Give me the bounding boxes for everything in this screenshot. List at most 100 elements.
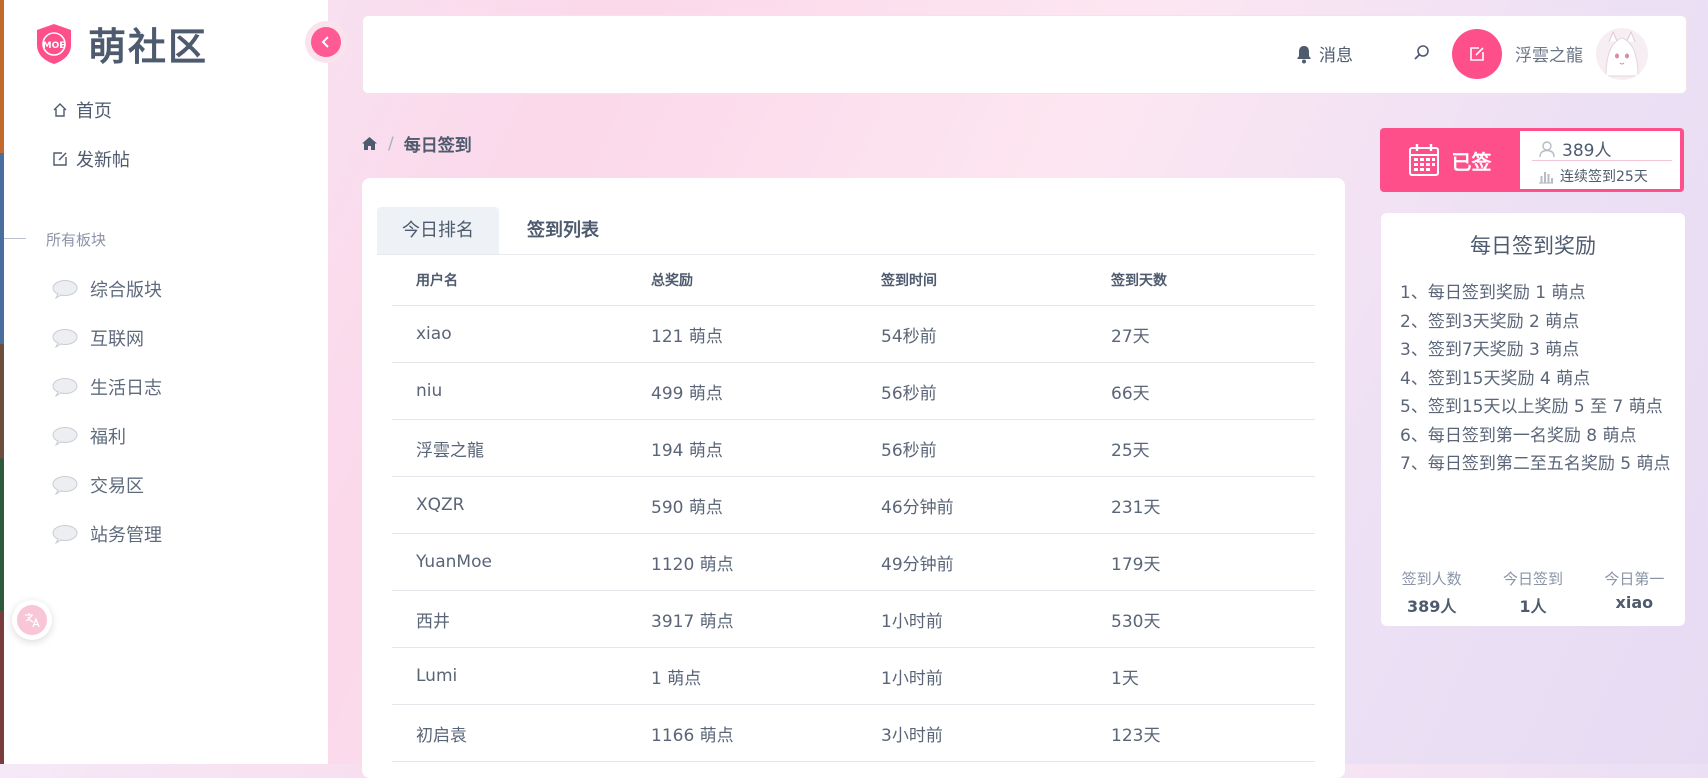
column-header: 签到天数: [1087, 255, 1315, 306]
board-label: 互联网: [90, 329, 144, 350]
sidebar: MOE 萌社区 首页 发新帖 所有板块 综合版块 互联网 生活日志 福利 交易区: [4, 0, 328, 764]
speech-bubble-icon: [52, 329, 78, 348]
home-icon: [53, 103, 67, 117]
stat-value[interactable]: xiao: [1584, 593, 1685, 612]
nav-item-home[interactable]: 首页: [52, 97, 112, 123]
stat-label: 今日第一: [1604, 570, 1665, 588]
tab-today-ranking[interactable]: 今日排名: [377, 207, 499, 254]
table-row: XQZR 590 萌点 46分钟前 231天: [392, 476, 1315, 534]
user-avatar[interactable]: [1596, 28, 1648, 80]
checkin-count: 389人: [1562, 141, 1612, 161]
breadcrumb: / 每日签到: [361, 131, 472, 156]
cell-checkin-days: 66天: [1087, 362, 1315, 420]
cell-checkin-time: 56秒前: [857, 362, 1087, 420]
reward-title: 每日签到奖励: [1470, 234, 1596, 258]
cell-checkin-days: 25天: [1087, 419, 1315, 477]
stat-today-checkins: 今日签到 1人: [1482, 568, 1583, 617]
checkin-streak-row: 连续签到25天: [1538, 166, 1648, 186]
cell-total-reward: 1166 萌点: [627, 704, 857, 762]
ranking-card: 今日排名 签到列表 用户名 总奖励 签到时间 签到天数 xiao 121 萌点 …: [362, 178, 1345, 778]
reward-rule: 7、每日签到第二至五名奖励 5 萌点: [1400, 454, 1671, 474]
section-divider: [4, 238, 26, 239]
tab-checkin-list[interactable]: 签到列表: [502, 207, 624, 254]
table-row: 初启袁 1166 萌点 3小时前 123天: [392, 704, 1315, 762]
stat-value: 1人: [1519, 597, 1547, 616]
cell-checkin-time: 54秒前: [857, 305, 1087, 363]
moe-shield-icon: MOE: [37, 23, 71, 64]
breadcrumb-separator: /: [388, 133, 394, 154]
cell-username[interactable]: xiao: [392, 305, 627, 363]
board-item-general[interactable]: 综合版块: [52, 276, 162, 302]
cell-total-reward: 3917 萌点: [627, 590, 857, 648]
notifications-label: 消息: [1319, 46, 1353, 66]
table-row: xiao 121 萌点 54秒前 27天: [392, 305, 1315, 363]
calendar-icon: [1408, 144, 1439, 176]
board-item-internet[interactable]: 互联网: [52, 325, 144, 351]
cell-checkin-time: 46分钟前: [857, 476, 1087, 534]
checkin-count-row: 389人: [1538, 136, 1611, 161]
sidebar-collapse-button[interactable]: [305, 21, 347, 63]
board-item-trade[interactable]: 交易区: [52, 472, 144, 498]
site-title: 萌社区: [88, 25, 209, 69]
top-header-bar: 消息 浮雲之龍: [362, 15, 1687, 94]
board-label: 交易区: [90, 476, 144, 497]
cell-username[interactable]: YuanMoe: [392, 533, 627, 591]
reward-rule: 1、每日签到奖励 1 萌点: [1400, 283, 1586, 303]
cell-total-reward: 1 萌点: [627, 647, 857, 705]
bell-icon: [1297, 45, 1311, 63]
translate-float-button[interactable]: [12, 600, 52, 640]
speech-bubble-icon: [52, 525, 78, 544]
new-post-button[interactable]: [1452, 29, 1502, 79]
column-header: 用户名: [392, 255, 627, 306]
cell-checkin-days: 27天: [1087, 305, 1315, 363]
site-logo[interactable]: MOE 萌社区: [34, 16, 208, 71]
column-header: 总奖励: [627, 255, 857, 306]
board-item-welfare[interactable]: 福利: [52, 423, 126, 449]
cell-username[interactable]: 西井: [392, 590, 627, 648]
stat-label: 签到人数: [1401, 570, 1462, 588]
reward-rule: 2、签到3天奖励 2 萌点: [1400, 311, 1580, 332]
section-label-all-boards: 所有板块: [46, 231, 107, 249]
checkin-streak: 连续签到25天: [1560, 169, 1648, 185]
nav-item-new-post[interactable]: 发新帖: [52, 146, 130, 172]
board-item-site-admin[interactable]: 站务管理: [52, 521, 162, 547]
translate-icon: [17, 605, 47, 635]
cell-total-reward: 121 萌点: [627, 305, 857, 363]
cell-checkin-time: 3小时前: [857, 704, 1087, 762]
table-header-row: 用户名 总奖励 签到时间 签到天数: [392, 255, 1315, 306]
board-label: 生活日志: [90, 378, 162, 399]
notifications-link[interactable]: 消息: [1295, 41, 1353, 66]
board-label: 综合版块: [90, 280, 162, 301]
cell-total-reward: 1120 萌点: [627, 533, 857, 591]
checkin-stats: 签到人数 389人 今日签到 1人 今日第一 xiao: [1381, 568, 1685, 617]
breadcrumb-current: 每日签到: [403, 136, 472, 156]
user-icon: [1539, 140, 1555, 157]
home-icon[interactable]: [361, 136, 378, 151]
cell-username[interactable]: 浮雲之龍: [392, 419, 627, 477]
board-label: 福利: [90, 427, 126, 448]
checkin-status-label: 已签: [1451, 149, 1492, 174]
search-icon[interactable]: [1413, 44, 1431, 66]
table-row: Lumi 1 萌点 1小时前 1天: [392, 647, 1315, 705]
nav-item-label: 发新帖: [76, 150, 130, 171]
ranking-table: 用户名 总奖励 签到时间 签到天数 xiao 121 萌点 54秒前 27天 n…: [392, 255, 1315, 762]
cell-checkin-days: 1天: [1087, 647, 1315, 705]
table-row: niu 499 萌点 56秒前 66天: [392, 362, 1315, 420]
cell-username[interactable]: Lumi: [392, 647, 627, 705]
reward-rule: 3、签到7天奖励 3 萌点: [1400, 340, 1580, 360]
cell-username[interactable]: XQZR: [392, 476, 627, 534]
reward-rules-card: 每日签到奖励 1、每日签到奖励 1 萌点 2、签到3天奖励 2 萌点 3、签到7…: [1381, 213, 1685, 626]
cell-username[interactable]: 初启袁: [392, 704, 627, 762]
username-label[interactable]: 浮雲之龍: [1515, 41, 1583, 66]
cell-total-reward: 590 萌点: [627, 476, 857, 534]
cell-username[interactable]: niu: [392, 362, 627, 420]
cell-checkin-days: 123天: [1087, 704, 1315, 762]
board-item-life-log[interactable]: 生活日志: [52, 374, 162, 400]
stat-total-checkins: 签到人数 389人: [1381, 568, 1482, 617]
reward-rule: 6、每日签到第一名奖励 8 萌点: [1400, 425, 1637, 446]
checkin-summary: 389人 连续签到25天: [1520, 131, 1680, 189]
stat-today-first: 今日第一 xiao: [1584, 568, 1685, 617]
logo-badge-text: MOE: [43, 41, 66, 51]
speech-bubble-icon: [52, 427, 78, 446]
checkin-button[interactable]: 已签: [1380, 128, 1519, 192]
